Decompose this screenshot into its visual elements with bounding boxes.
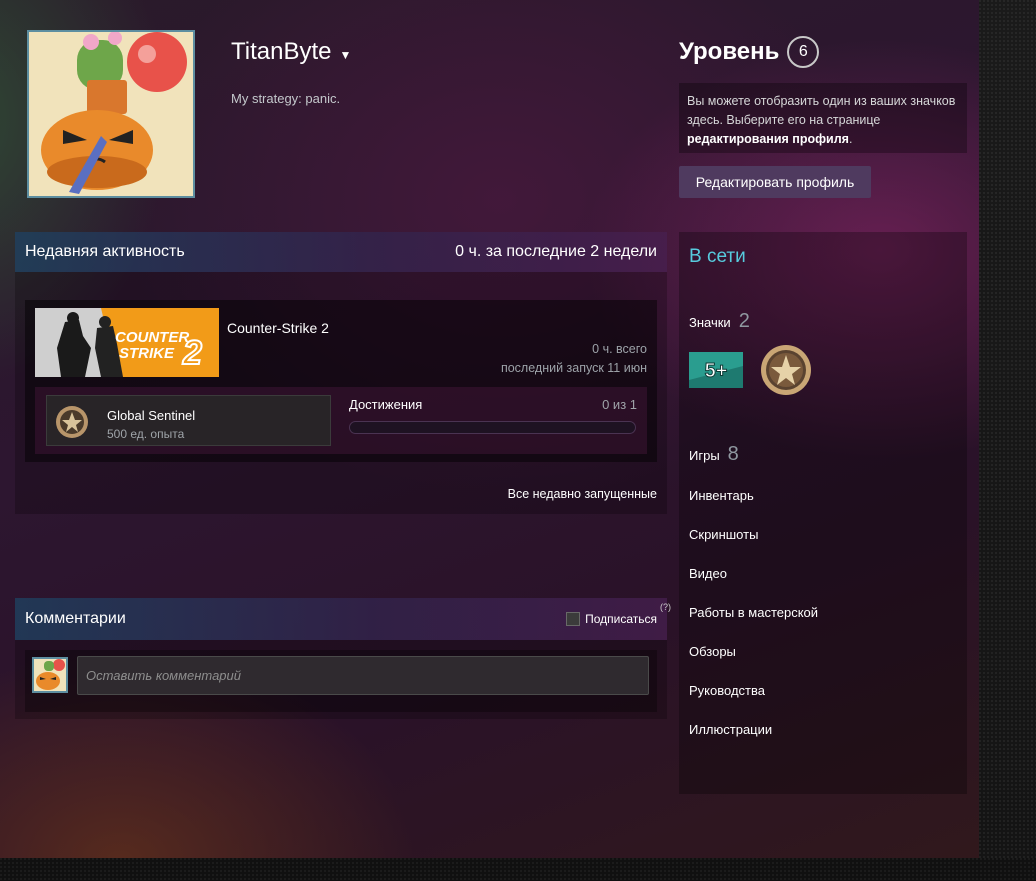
favorite-badge-hint: Вы можете отобразить один из ваших значк… <box>679 83 967 153</box>
profile-summary: My strategy: panic. <box>231 91 341 106</box>
global-sentinel-medal-icon <box>56 406 88 438</box>
subscribe-help-icon[interactable]: (?) <box>660 602 671 612</box>
level-label: Уровень <box>679 38 780 65</box>
comments-section: Комментарии Подписаться (?) <box>15 598 671 719</box>
badges-link[interactable]: Значки 2 <box>689 310 750 333</box>
persona-name[interactable]: TitanByte ▼ <box>231 38 351 66</box>
achievements-count: 0 из 1 <box>602 397 637 412</box>
game-badge[interactable]: Global Sentinel 500 ед. опыта <box>46 395 331 446</box>
games-label: Игры <box>689 448 720 463</box>
badge-xp: 500 ед. опыта <box>107 427 185 441</box>
badge-name: Global Sentinel <box>107 408 196 423</box>
all-recent-games-link[interactable]: Все недавно запущенные <box>508 487 657 501</box>
game-capsule[interactable]: COUNTER STRIKE 2 <box>35 308 219 377</box>
badges-label: Значки <box>689 315 731 330</box>
game-last-played: последний запуск 11 июн <box>500 361 647 375</box>
subscribe-toggle[interactable]: Подписаться (?) <box>566 602 671 626</box>
videos-link[interactable]: Видео <box>689 566 727 581</box>
subscribe-label[interactable]: Подписаться <box>585 612 657 626</box>
years-badge-text: 5+ <box>705 360 728 382</box>
commenter-avatar-image <box>34 659 66 691</box>
level-badge[interactable]: 6 <box>787 36 820 68</box>
comment-input[interactable] <box>77 656 649 695</box>
achievements-label[interactable]: Достижения <box>349 397 422 412</box>
recent-hours-summary: 0 ч. за последние 2 недели <box>455 243 657 260</box>
comment-entry <box>25 650 657 712</box>
recent-activity-title: Недавняя активность <box>25 243 185 260</box>
game-hours-total: 0 ч. всего <box>592 342 647 356</box>
artwork-link[interactable]: Иллюстрации <box>689 722 772 737</box>
recent-activity-section: Недавняя активность 0 ч. за последние 2 … <box>15 232 667 514</box>
game-name[interactable]: Counter-Strike 2 <box>227 320 329 336</box>
chevron-down-icon[interactable]: ▼ <box>340 48 352 62</box>
recent-game-card: COUNTER STRIKE 2 Counter-Strike 2 0 ч. в… <box>25 300 657 462</box>
persona-name-text: TitanByte <box>231 38 332 65</box>
profile-level: Уровень 6 <box>679 36 820 68</box>
screenshots-link[interactable]: Скриншоты <box>689 527 758 542</box>
profile-avatar[interactable] <box>27 30 195 198</box>
years-badge-icon: 5+ <box>689 352 743 388</box>
games-link[interactable]: Игры 8 <box>689 443 739 466</box>
svg-text:2: 2 <box>182 334 202 372</box>
capsule-text-strike: STRIKE <box>119 345 175 362</box>
game-achievement-strip: Global Sentinel 500 ед. опыта Достижения… <box>35 387 647 454</box>
subscribe-checkbox[interactable] <box>566 612 581 626</box>
online-status: В сети <box>689 246 746 267</box>
years-of-service-badge[interactable]: 5+ <box>689 352 743 388</box>
avatar-image <box>29 32 193 196</box>
global-sentinel-badge-icon[interactable] <box>759 343 813 397</box>
workshop-link[interactable]: Работы в мастерской <box>689 605 818 620</box>
edit-profile-button[interactable]: Редактировать профиль <box>679 166 871 198</box>
badges-count: 2 <box>738 310 750 332</box>
capsule-text-counter: COUNTER <box>115 329 189 346</box>
page-bottom-texture <box>0 858 1036 881</box>
badge-hint-text: Вы можете отобразить один из ваших значк… <box>687 94 956 127</box>
profile-sidebar: В сети Значки 2 5+ Игры 8 Инвентарь Скри… <box>679 232 967 794</box>
page-side-texture <box>979 0 1036 881</box>
badge-hint-tail: . <box>848 132 853 146</box>
achievements-progress-bar <box>349 421 636 434</box>
commenter-avatar <box>32 657 68 693</box>
inventory-link[interactable]: Инвентарь <box>689 488 754 503</box>
reviews-link[interactable]: Обзоры <box>689 644 736 659</box>
game-capsule-image: COUNTER STRIKE 2 <box>35 308 219 377</box>
games-count: 8 <box>727 443 739 465</box>
recent-activity-header: Недавняя активность 0 ч. за последние 2 … <box>15 232 667 272</box>
guides-link[interactable]: Руководства <box>689 683 765 698</box>
edit-profile-link[interactable]: редактирования профиля <box>687 132 849 146</box>
comments-header: Комментарии Подписаться (?) <box>15 598 671 640</box>
comments-title: Комментарии <box>25 610 126 627</box>
